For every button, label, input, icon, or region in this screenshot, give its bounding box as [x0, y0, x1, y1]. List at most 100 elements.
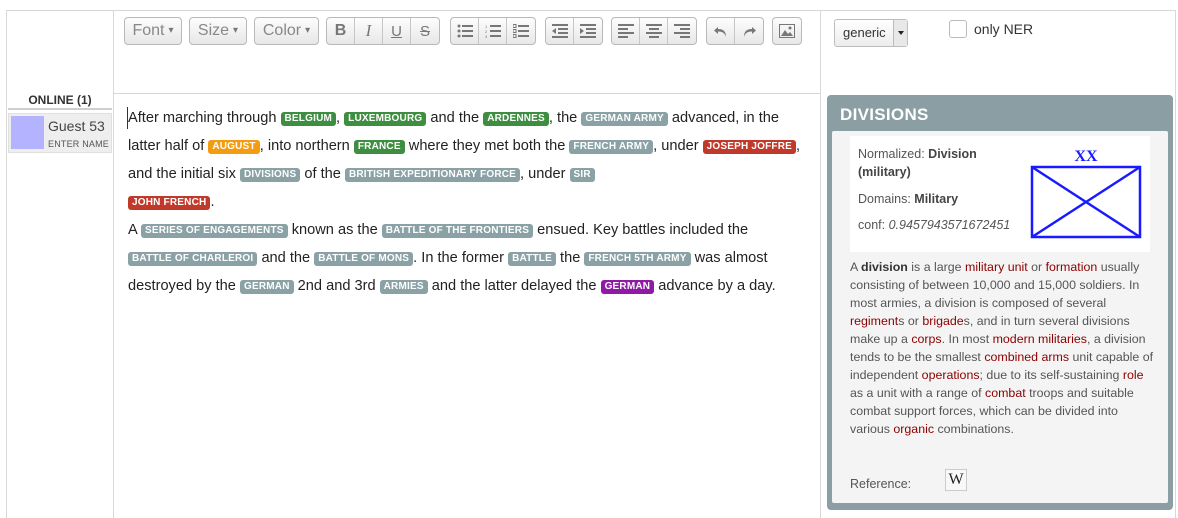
wiki-link[interactable]: combined arms [984, 350, 1069, 364]
checklist-icon [513, 24, 529, 38]
conf-line: conf: 0.9457943571672451 [858, 218, 1010, 232]
text-segment: . [210, 194, 215, 210]
entity-tag[interactable]: FRANCE [353, 140, 405, 154]
entity-tag[interactable]: GERMAN [239, 280, 294, 294]
description-text: as a unit with a range of [850, 386, 986, 400]
entity-tag[interactable]: ARMIES [379, 280, 428, 294]
editor-content[interactable]: After marching through BELGIUM, LUXEMBOU… [128, 104, 814, 300]
italic-button[interactable]: I [355, 18, 383, 44]
size-dropdown[interactable]: Size ▾ [189, 17, 247, 45]
wikipedia-icon[interactable]: W [945, 469, 967, 491]
entity-tag[interactable]: JOHN FRENCH [128, 196, 211, 210]
wiki-link[interactable]: military unit [965, 260, 1028, 274]
description-text: ; due to its self-sustaining [979, 368, 1123, 382]
image-icon [779, 24, 795, 38]
entity-tag[interactable]: GERMAN [600, 280, 655, 294]
undo-button[interactable] [707, 18, 735, 44]
underline-button[interactable]: U [383, 18, 411, 44]
wiki-link[interactable]: combat [985, 386, 1026, 400]
numbered-list-button[interactable]: 123 [479, 18, 507, 44]
align-center-button[interactable] [640, 18, 668, 44]
align-right-icon [674, 24, 690, 38]
history-group [706, 17, 764, 45]
italic-icon: I [365, 21, 372, 40]
font-dropdown-label: Font [132, 22, 165, 39]
entity-tag[interactable]: ARDENNES [483, 112, 549, 126]
align-right-button[interactable] [668, 18, 696, 44]
entity-tag[interactable]: SIR [569, 168, 595, 182]
conf-label: conf: [858, 218, 886, 232]
entity-tag[interactable]: BATTLE OF MONS [314, 252, 414, 266]
text-segment: and the [426, 110, 484, 126]
align-left-button[interactable] [612, 18, 640, 44]
entity-tag[interactable]: BRITISH EXPEDITIONARY FORCE [344, 168, 521, 182]
bold-button[interactable]: B [327, 18, 355, 44]
checklist-button[interactable] [507, 18, 535, 44]
text-segment: and the latter delayed the [427, 278, 601, 294]
dropdown-arrow-icon [893, 20, 907, 46]
text-segment: , under [520, 166, 570, 182]
toolbar-divider [113, 93, 821, 94]
wiki-link[interactable]: role [1123, 368, 1144, 382]
text-segment: where they met both the [404, 138, 570, 154]
entity-tag[interactable]: FRENCH 5TH ARMY [584, 252, 691, 266]
only-ner-label[interactable]: only NER [974, 21, 1033, 37]
only-ner-checkbox[interactable] [949, 20, 967, 38]
normalized-line: Normalized: Division [858, 147, 977, 161]
wiki-link[interactable]: formation [1046, 260, 1098, 274]
indent-button[interactable] [574, 18, 602, 44]
entity-tag[interactable]: GERMAN ARMY [581, 112, 668, 126]
wiki-link[interactable]: corps [911, 332, 941, 346]
wiki-link[interactable]: modern militaries [993, 332, 1087, 346]
redo-button[interactable] [735, 18, 763, 44]
text-segment: the [555, 250, 585, 266]
color-dropdown[interactable]: Color ▾ [254, 17, 319, 45]
description-text: combinations. [934, 422, 1014, 436]
entity-tag[interactable]: AUGUST [208, 140, 260, 154]
undo-icon [713, 27, 726, 37]
reference-label: Reference: [850, 477, 912, 491]
entity-tag[interactable]: SERIES OF ENGAGEMENTS [140, 224, 288, 238]
wiki-link[interactable]: operations [922, 368, 980, 382]
bullet-list-icon [457, 24, 473, 38]
entity-tag[interactable]: DIVISIONS [239, 168, 301, 182]
domains-value: Military [914, 192, 959, 206]
wiki-link[interactable]: organic [893, 422, 934, 436]
strikethrough-button[interactable]: S [411, 18, 439, 44]
underline-icon: U [391, 22, 402, 40]
domains-line: Domains: Military [858, 192, 958, 206]
wiki-link[interactable]: regiment [850, 314, 898, 328]
user-card[interactable]: Guest 53 ENTER NAME [8, 113, 112, 153]
entity-tag[interactable]: LUXEMBOURG [344, 112, 427, 126]
normalized-line-cont: (military) [858, 165, 911, 179]
svg-text:3: 3 [485, 34, 488, 38]
model-select[interactable]: generic [834, 19, 908, 47]
font-dropdown[interactable]: Font ▾ [124, 17, 182, 45]
description-term: division [861, 260, 908, 274]
text-segment: A [128, 222, 141, 238]
bullet-list-button[interactable] [451, 18, 479, 44]
normalized-value: Division [928, 147, 977, 161]
left-column-divider [113, 10, 114, 518]
chevron-down-icon: ▾ [233, 25, 239, 36]
entity-tag[interactable]: FRENCH ARMY [569, 140, 654, 154]
chevron-down-icon: ▾ [305, 25, 311, 36]
text-segment: advance by a day. [654, 278, 776, 294]
enter-name-link[interactable]: ENTER NAME [48, 139, 109, 149]
outdent-icon [551, 24, 568, 38]
entity-tag[interactable]: BATTLE OF CHARLEROI [128, 252, 258, 266]
outdent-button[interactable] [546, 18, 574, 44]
entity-tag[interactable]: BELGIUM [280, 112, 337, 126]
entity-tag[interactable]: BATTLE OF THE FRONTIERS [381, 224, 534, 238]
insert-image-button[interactable] [773, 18, 801, 44]
text-segment: , [336, 110, 345, 126]
description-text: or [1027, 260, 1046, 274]
text-segment: ensued. Key battles included the [533, 222, 749, 238]
wiki-link[interactable]: brigade [922, 314, 963, 328]
strikethrough-icon: S [419, 22, 430, 40]
entity-tag[interactable]: JOSEPH JOFFRE [702, 140, 797, 154]
text-segment: , the [548, 110, 582, 126]
entity-panel: DIVISIONS Normalized: Division (military… [827, 95, 1173, 510]
entity-tag[interactable]: BATTLE [508, 252, 556, 266]
align-group [611, 17, 697, 45]
